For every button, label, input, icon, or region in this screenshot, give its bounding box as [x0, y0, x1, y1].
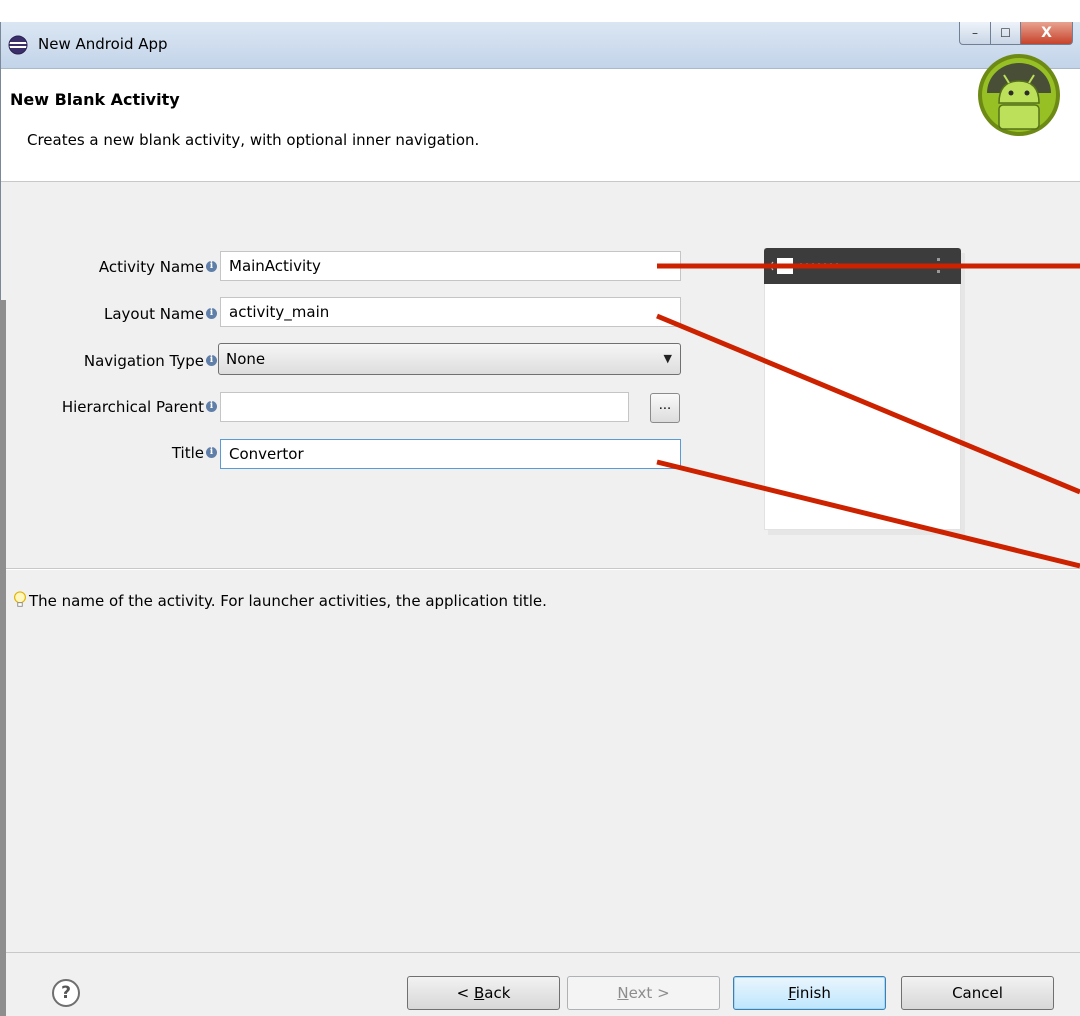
- preview-action-bar: [764, 248, 961, 284]
- hierarchical-parent-label-text: Hierarchical Parent: [61, 398, 204, 416]
- maximize-button[interactable]: ☐: [990, 22, 1021, 45]
- hierarchical-parent-field[interactable]: [220, 392, 629, 422]
- chevron-down-icon: ▼: [663, 352, 672, 365]
- maximize-icon: ☐: [1000, 26, 1011, 40]
- back-button[interactable]: < Back: [407, 976, 560, 1010]
- title-label-text: Title: [171, 444, 204, 462]
- back-mnemonic: B: [473, 984, 485, 1002]
- separator: [1, 568, 1080, 570]
- footer-separator: [1, 952, 1080, 953]
- next-button[interactable]: Next >: [567, 976, 720, 1010]
- browse-parent-button[interactable]: ...: [650, 393, 680, 423]
- hierarchical-parent-label: Hierarchical Parent i: [7, 398, 217, 416]
- close-button[interactable]: X: [1020, 22, 1073, 45]
- activity-name-label-text: Activity Name: [98, 258, 204, 276]
- title-label: Title i: [21, 444, 217, 462]
- info-icon: i: [206, 261, 217, 272]
- title-field[interactable]: Convertor: [220, 439, 681, 469]
- page-title: New Blank Activity: [10, 90, 180, 109]
- info-icon: i: [206, 401, 217, 412]
- navigation-type-select[interactable]: None ▼: [218, 343, 681, 375]
- close-icon: X: [1041, 25, 1052, 41]
- hint-message: The name of the activity. For launcher a…: [13, 591, 547, 610]
- info-icon: i: [206, 447, 217, 458]
- left-window-edge: [0, 300, 6, 1016]
- next-label: ext >: [628, 984, 670, 1002]
- navigation-type-label: Navigation Type i: [11, 352, 217, 370]
- cancel-button[interactable]: Cancel: [901, 976, 1054, 1010]
- info-icon: i: [206, 308, 217, 319]
- page-description: Creates a new blank activity, with optio…: [27, 131, 480, 149]
- layout-name-label-text: Layout Name: [103, 305, 204, 323]
- layout-name-field[interactable]: activity_main: [220, 297, 681, 327]
- title-bar[interactable]: New Android App – ☐ X: [1, 22, 1080, 69]
- finish-button[interactable]: Finish: [733, 976, 886, 1010]
- navigation-type-label-text: Navigation Type: [83, 352, 204, 370]
- info-icon: i: [206, 355, 217, 366]
- lightbulb-icon: [14, 591, 26, 607]
- finish-label: inish: [795, 984, 831, 1002]
- eclipse-icon: [8, 35, 28, 55]
- layout-name-label: Layout Name i: [21, 305, 217, 323]
- preview-action-bar-graphic: [769, 258, 940, 274]
- dialog-window: New Android App – ☐ X New Blank Activity…: [0, 22, 1080, 1016]
- window-title: New Android App: [38, 35, 168, 53]
- activity-name-field[interactable]: MainActivity: [220, 251, 681, 281]
- android-logo-icon: [978, 54, 1060, 136]
- next-mnemonic: N: [617, 984, 629, 1002]
- minimize-icon: –: [972, 26, 978, 40]
- navigation-type-value: None: [226, 350, 266, 368]
- help-button[interactable]: ?: [52, 979, 80, 1007]
- hint-text: The name of the activity. For launcher a…: [29, 592, 547, 610]
- finish-mnemonic: F: [788, 984, 796, 1002]
- activity-name-label: Activity Name i: [21, 258, 217, 276]
- back-prefix: <: [456, 984, 474, 1002]
- back-label: ack: [484, 984, 511, 1002]
- activity-preview: [764, 248, 961, 530]
- wizard-header: New Blank Activity Creates a new blank a…: [1, 69, 1080, 182]
- minimize-button[interactable]: –: [959, 22, 991, 45]
